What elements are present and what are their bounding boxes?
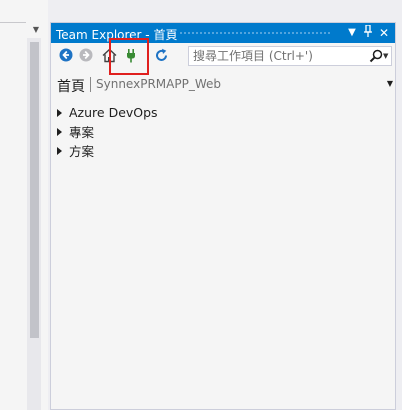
editor-tab-strip bbox=[0, 22, 26, 37]
editor-left-pane: ▼ bbox=[0, 0, 48, 410]
section-label: 方案 bbox=[69, 144, 95, 159]
section-projects[interactable]: 專案 bbox=[57, 122, 158, 141]
window-edge bbox=[396, 22, 402, 410]
page-menu-chevron-icon[interactable]: ▼ bbox=[387, 76, 393, 92]
refresh-button[interactable] bbox=[153, 47, 169, 63]
window-options-button[interactable]: ▼ bbox=[345, 25, 359, 41]
expand-triangle-icon[interactable] bbox=[57, 146, 62, 155]
title-bar[interactable]: Team Explorer - 首頁 ▼ ✕ bbox=[51, 23, 395, 43]
chevron-down-icon[interactable]: ▼ bbox=[30, 24, 42, 36]
section-list: Azure DevOps 專案 方案 bbox=[57, 103, 158, 160]
team-explorer-window: Team Explorer - 首頁 ▼ ✕ 搜尋工作項目 (Ctrl+') ▼… bbox=[50, 22, 396, 410]
pin-icon bbox=[364, 24, 372, 37]
page-header: 首頁 SynnexPRMAPP_Web ▼ bbox=[57, 76, 393, 95]
section-label: 專案 bbox=[69, 125, 95, 140]
back-button[interactable] bbox=[58, 47, 74, 63]
forward-button[interactable] bbox=[78, 47, 94, 63]
search-input[interactable] bbox=[193, 47, 363, 65]
forward-arrow-icon bbox=[79, 48, 93, 62]
scrollbar-thumb[interactable] bbox=[30, 42, 39, 338]
search-options-chevron-icon[interactable]: ▼ bbox=[383, 48, 391, 64]
search-box[interactable]: ▼ bbox=[188, 46, 392, 66]
section-solutions[interactable]: 方案 bbox=[57, 141, 158, 160]
back-arrow-icon bbox=[59, 48, 73, 62]
repository-name: SynnexPRMAPP_Web bbox=[96, 77, 221, 91]
refresh-icon bbox=[155, 48, 167, 61]
expand-triangle-icon[interactable] bbox=[57, 108, 62, 117]
section-azure-devops[interactable]: Azure DevOps bbox=[57, 103, 158, 122]
expand-triangle-icon[interactable] bbox=[57, 127, 62, 136]
page-title: 首頁 bbox=[57, 79, 85, 95]
title-bar-grip[interactable] bbox=[179, 31, 331, 36]
close-button[interactable]: ✕ bbox=[377, 25, 391, 41]
toolbar: ▼ bbox=[51, 43, 395, 69]
pin-button[interactable] bbox=[361, 24, 375, 41]
search-icon[interactable] bbox=[369, 49, 383, 63]
annotation-highlight-box bbox=[109, 38, 149, 75]
header-divider bbox=[90, 77, 91, 92]
section-label: Azure DevOps bbox=[69, 105, 158, 120]
